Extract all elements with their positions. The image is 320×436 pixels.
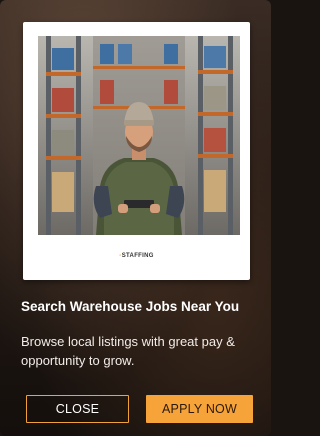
staffing-logo: ▫STAFFING: [119, 253, 154, 259]
warehouse-worker-photo: [38, 36, 240, 235]
job-ad-overlay: ▫STAFFING Search Warehouse Jobs Near You…: [0, 0, 271, 436]
ad-body-text: Browse local listings with great pay & o…: [21, 334, 235, 368]
close-button[interactable]: CLOSE: [26, 395, 129, 423]
apply-now-button[interactable]: APPLY NOW: [146, 395, 253, 423]
ad-image-card[interactable]: ▫STAFFING: [23, 22, 250, 280]
ad-headline: Search Warehouse Jobs Near You: [21, 299, 240, 314]
